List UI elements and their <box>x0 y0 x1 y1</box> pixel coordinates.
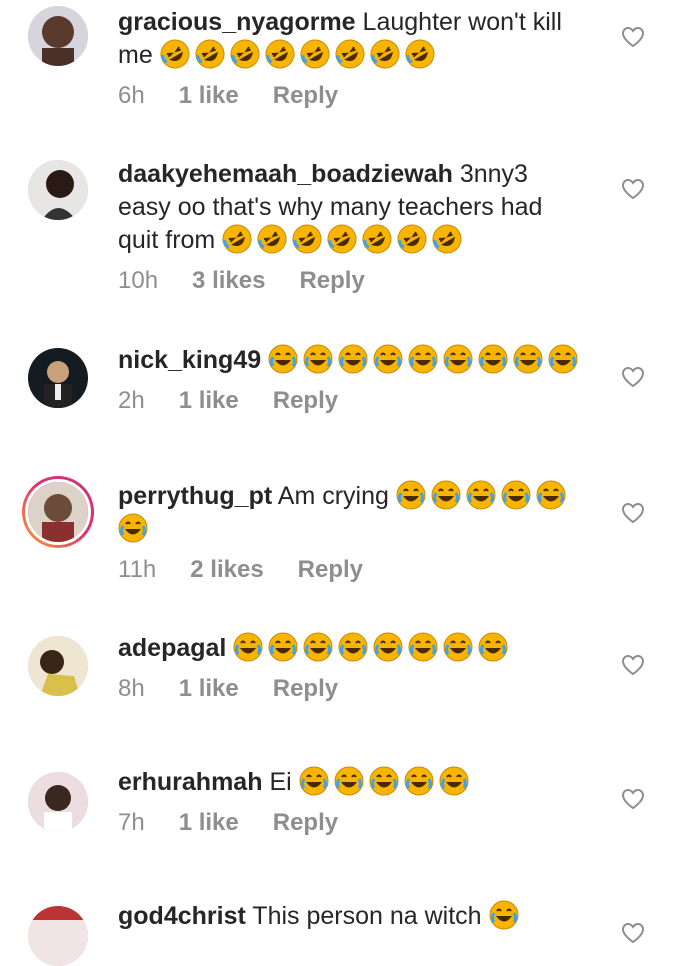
rofl-emoji-icon <box>397 224 427 254</box>
emoji-group <box>222 224 467 254</box>
emoji-group <box>299 766 474 796</box>
joy-emoji-icon <box>396 480 426 510</box>
comment-time: 2h <box>118 387 145 414</box>
avatar[interactable] <box>28 160 88 220</box>
joy-emoji-icon <box>334 766 364 796</box>
rofl-emoji-icon <box>230 39 260 69</box>
like-count[interactable]: 3 likes <box>192 267 265 294</box>
comment-username[interactable]: erhurahmah <box>118 768 262 796</box>
reply-button[interactable]: Reply <box>298 556 363 583</box>
joy-emoji-icon <box>466 480 496 510</box>
joy-emoji-icon <box>443 344 473 374</box>
comment-time: 10h <box>118 267 159 294</box>
comment-time: 7h <box>118 809 145 836</box>
comment-time: 8h <box>118 675 145 702</box>
joy-emoji-icon <box>233 632 263 662</box>
avatar[interactable] <box>22 476 94 548</box>
joy-emoji-icon <box>373 632 403 662</box>
joy-emoji-icon <box>118 513 148 543</box>
reply-button[interactable]: Reply <box>299 267 364 294</box>
joy-emoji-icon <box>404 766 434 796</box>
like-count[interactable]: 1 like <box>179 82 239 109</box>
rofl-emoji-icon <box>405 39 435 69</box>
like-count[interactable]: 1 like <box>179 675 239 702</box>
comment-username[interactable]: adepagal <box>118 634 226 662</box>
reply-button[interactable]: Reply <box>273 809 338 836</box>
comment-text: Ei <box>269 768 292 796</box>
joy-emoji-icon <box>439 766 469 796</box>
joy-emoji-icon <box>268 632 298 662</box>
joy-emoji-icon <box>489 900 519 930</box>
joy-emoji-icon <box>431 480 461 510</box>
heart-outline-icon[interactable] <box>621 502 645 524</box>
rofl-emoji-icon <box>370 39 400 69</box>
emoji-group <box>268 344 583 374</box>
comment-text: This person na witch <box>252 902 482 930</box>
emoji-group <box>489 900 524 930</box>
joy-emoji-icon <box>408 344 438 374</box>
heart-outline-icon[interactable] <box>621 922 645 944</box>
comment-time: 6h <box>118 82 145 109</box>
joy-emoji-icon <box>513 344 543 374</box>
rofl-emoji-icon <box>432 224 462 254</box>
joy-emoji-icon <box>338 344 368 374</box>
joy-emoji-icon <box>338 632 368 662</box>
heart-outline-icon[interactable] <box>621 366 645 388</box>
joy-emoji-icon <box>299 766 329 796</box>
emoji-group <box>233 632 513 662</box>
rofl-emoji-icon <box>222 224 252 254</box>
like-count[interactable]: 1 like <box>179 387 239 414</box>
comment-username[interactable]: perrythug_pt <box>118 482 272 510</box>
heart-outline-icon[interactable] <box>621 654 645 676</box>
comment-username[interactable]: daakyehemaah_boadziewah <box>118 160 453 188</box>
joy-emoji-icon <box>303 344 333 374</box>
avatar[interactable] <box>28 636 88 696</box>
joy-emoji-icon <box>536 480 566 510</box>
rofl-emoji-icon <box>160 39 190 69</box>
like-count[interactable]: 2 likes <box>190 556 263 583</box>
comment-time: 11h <box>118 556 157 583</box>
reply-button[interactable]: Reply <box>273 82 338 109</box>
heart-outline-icon[interactable] <box>621 178 645 200</box>
comment-username[interactable]: god4christ <box>118 902 246 930</box>
rofl-emoji-icon <box>327 224 357 254</box>
reply-button[interactable]: Reply <box>273 387 338 414</box>
avatar[interactable] <box>28 906 88 966</box>
heart-outline-icon[interactable] <box>621 788 645 810</box>
rofl-emoji-icon <box>257 224 287 254</box>
joy-emoji-icon <box>373 344 403 374</box>
comment-username[interactable]: gracious_nyagorme <box>118 8 356 36</box>
rofl-emoji-icon <box>362 224 392 254</box>
rofl-emoji-icon <box>265 39 295 69</box>
joy-emoji-icon <box>408 632 438 662</box>
avatar[interactable] <box>28 348 88 408</box>
rofl-emoji-icon <box>300 39 330 69</box>
joy-emoji-icon <box>478 344 508 374</box>
emoji-group <box>160 39 440 69</box>
joy-emoji-icon <box>303 632 333 662</box>
like-count[interactable]: 1 like <box>179 809 239 836</box>
comment-text: Am crying <box>277 482 389 510</box>
comment-username[interactable]: nick_king49 <box>118 346 261 374</box>
joy-emoji-icon <box>268 344 298 374</box>
joy-emoji-icon <box>548 344 578 374</box>
joy-emoji-icon <box>443 632 473 662</box>
reply-button[interactable]: Reply <box>273 675 338 702</box>
joy-emoji-icon <box>478 632 508 662</box>
rofl-emoji-icon <box>195 39 225 69</box>
joy-emoji-icon <box>501 480 531 510</box>
rofl-emoji-icon <box>292 224 322 254</box>
heart-outline-icon[interactable] <box>621 26 645 48</box>
joy-emoji-icon <box>369 766 399 796</box>
avatar[interactable] <box>28 6 88 66</box>
rofl-emoji-icon <box>335 39 365 69</box>
avatar[interactable] <box>28 772 88 832</box>
